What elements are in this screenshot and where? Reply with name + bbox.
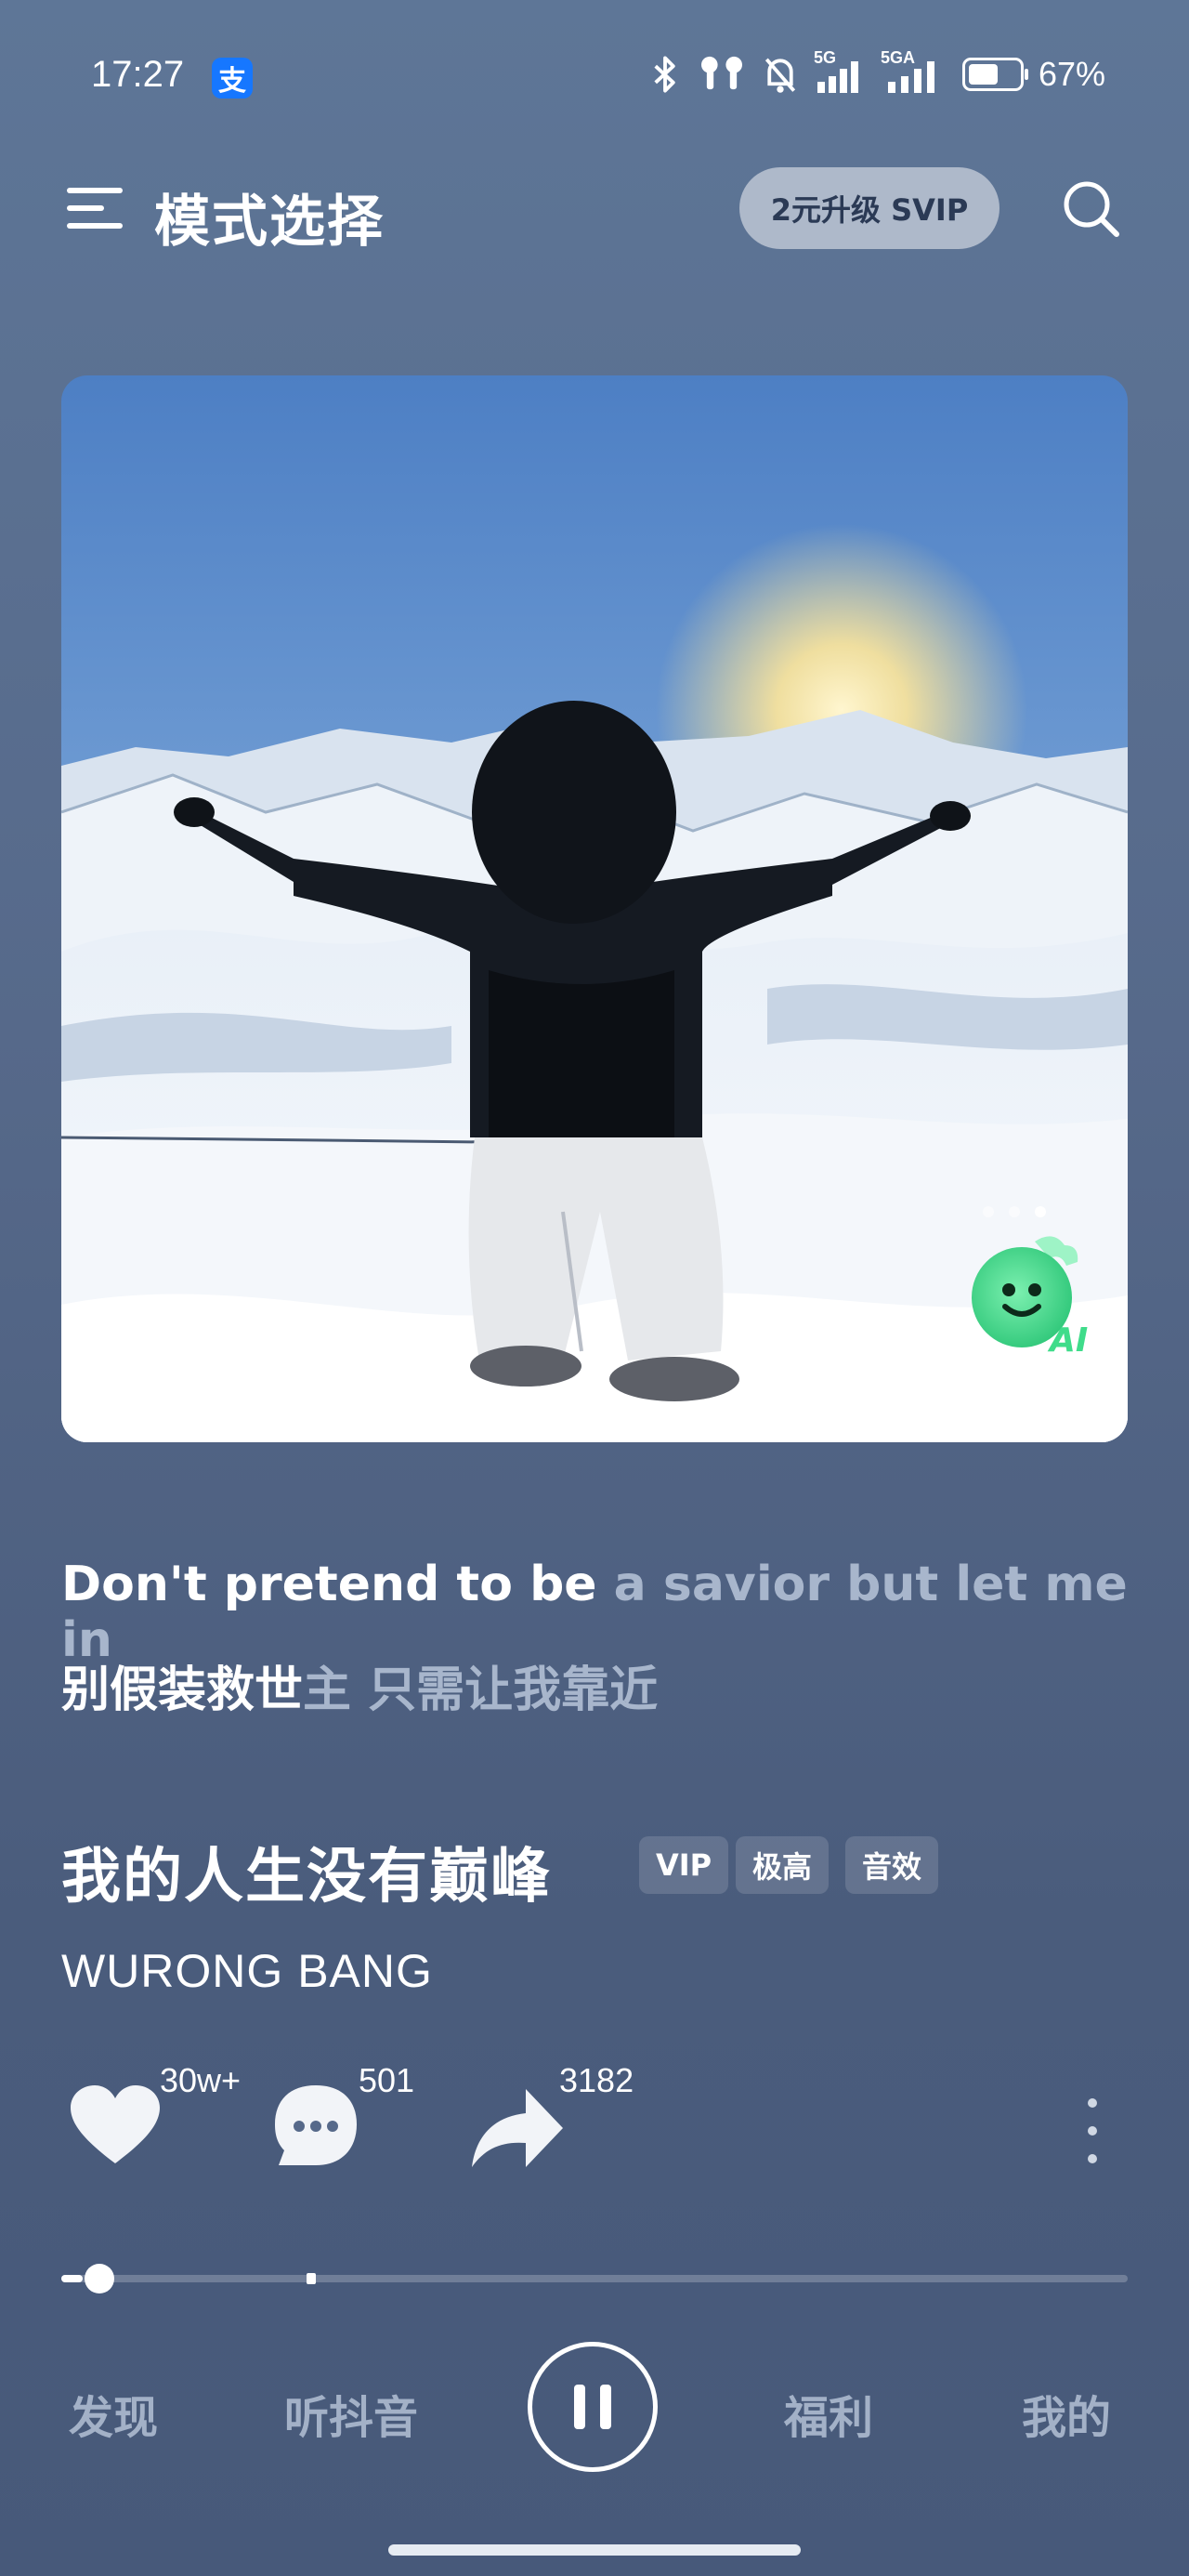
lyric-sung: 别假装救世 — [61, 1663, 304, 1718]
page-dot-active — [1035, 1206, 1046, 1217]
signal-bars-icon — [887, 61, 934, 93]
lyric-line-chinese[interactable]: 别假装救世主 只需让我靠近 — [61, 1650, 658, 1720]
page-dot — [983, 1206, 994, 1217]
lyric-sung: Don't pretend to be — [61, 1557, 597, 1612]
lyric-unsung: 主 只需让我靠近 — [303, 1663, 659, 1718]
page-title[interactable]: 模式选择 — [154, 177, 385, 257]
status-icons: 5G 5GA 67% — [648, 48, 1105, 95]
home-indicator[interactable] — [388, 2544, 801, 2556]
nav-discover[interactable]: 发现 — [69, 2381, 158, 2446]
ai-assistant-button[interactable]: AI — [960, 1225, 1100, 1364]
vip-tag: VIP — [639, 1836, 729, 1894]
cover-page-dots — [983, 1206, 1046, 1217]
silent-bell-icon — [764, 58, 796, 93]
alipay-notification-icon: 支 — [212, 58, 253, 99]
nav-mine[interactable]: 我的 — [1022, 2381, 1111, 2446]
battery-percent: 67% — [1038, 55, 1105, 93]
signal-5g: 5G — [814, 48, 866, 95]
comment-count: 501 — [359, 2061, 415, 2099]
nav-douyin-listen[interactable]: 听抖音 — [284, 2381, 418, 2446]
ai-smiley-icon: AI — [972, 1236, 1088, 1360]
menu-icon[interactable] — [67, 182, 123, 234]
progress-track[interactable] — [61, 2275, 1128, 2282]
pause-bar — [574, 2385, 585, 2429]
status-time: 17:27 — [91, 54, 185, 95]
sound-effect-tag[interactable]: 音效 — [845, 1836, 939, 1894]
comment-bubble-icon[interactable] — [269, 2080, 362, 2173]
progress-highlight-marker — [307, 2273, 316, 2284]
more-options-icon[interactable] — [1083, 2098, 1102, 2163]
like-heart-icon[interactable] — [67, 2082, 163, 2171]
bluetooth-icon — [654, 56, 675, 93]
share-count: 3182 — [559, 2061, 634, 2099]
song-title[interactable]: 我的人生没有巅峰 — [61, 1829, 552, 1914]
quality-tag[interactable]: 极高 — [736, 1836, 830, 1894]
svip-upgrade-button[interactable]: 2元升级 SVIP — [739, 167, 1000, 249]
progress-fill — [61, 2275, 83, 2282]
ai-badge-label: AI — [1047, 1321, 1088, 1360]
pause-button[interactable] — [528, 2342, 658, 2472]
progress-knob[interactable] — [85, 2264, 114, 2293]
page-dot — [1009, 1206, 1020, 1217]
pause-bar — [600, 2385, 611, 2429]
signal-5ga: 5GA — [881, 48, 947, 95]
battery-icon — [961, 58, 1028, 91]
artist-name[interactable]: WURONG BANG — [61, 1944, 433, 1998]
share-arrow-icon[interactable] — [468, 2085, 565, 2171]
battery-level — [968, 64, 998, 85]
search-icon[interactable] — [1059, 177, 1122, 240]
nav-welfare[interactable]: 福利 — [784, 2381, 873, 2446]
signal-bars-icon — [817, 61, 858, 93]
earbuds-icon — [700, 56, 742, 90]
like-count: 30w+ — [160, 2061, 242, 2099]
